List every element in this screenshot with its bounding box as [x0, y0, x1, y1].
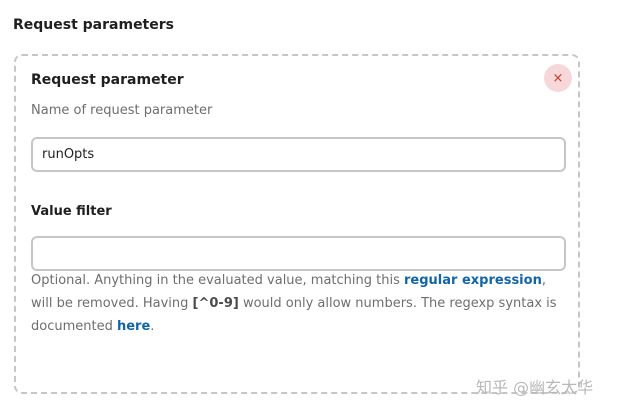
regex-example: [^0-9] — [192, 296, 239, 311]
regexp-docs-link[interactable]: here — [117, 319, 150, 334]
help-text-part1: Optional. Anything in the evaluated valu… — [31, 273, 405, 288]
value-filter-input[interactable] — [31, 236, 566, 271]
value-filter-label: Value filter — [31, 204, 112, 219]
section-title: Request parameters — [13, 17, 174, 33]
help-text-part4: . — [150, 319, 155, 334]
parameter-description: Name of request parameter — [31, 103, 213, 118]
value-filter-help: Optional. Anything in the evaluated valu… — [31, 269, 566, 338]
regular-expression-link[interactable]: regular expression — [404, 273, 542, 288]
parameter-name-input[interactable] — [31, 137, 566, 172]
remove-parameter-button[interactable]: × — [544, 64, 572, 92]
parameter-title: Request parameter — [31, 72, 184, 88]
close-icon: × — [552, 70, 564, 86]
watermark: 知乎 @幽玄太华 — [476, 378, 594, 397]
